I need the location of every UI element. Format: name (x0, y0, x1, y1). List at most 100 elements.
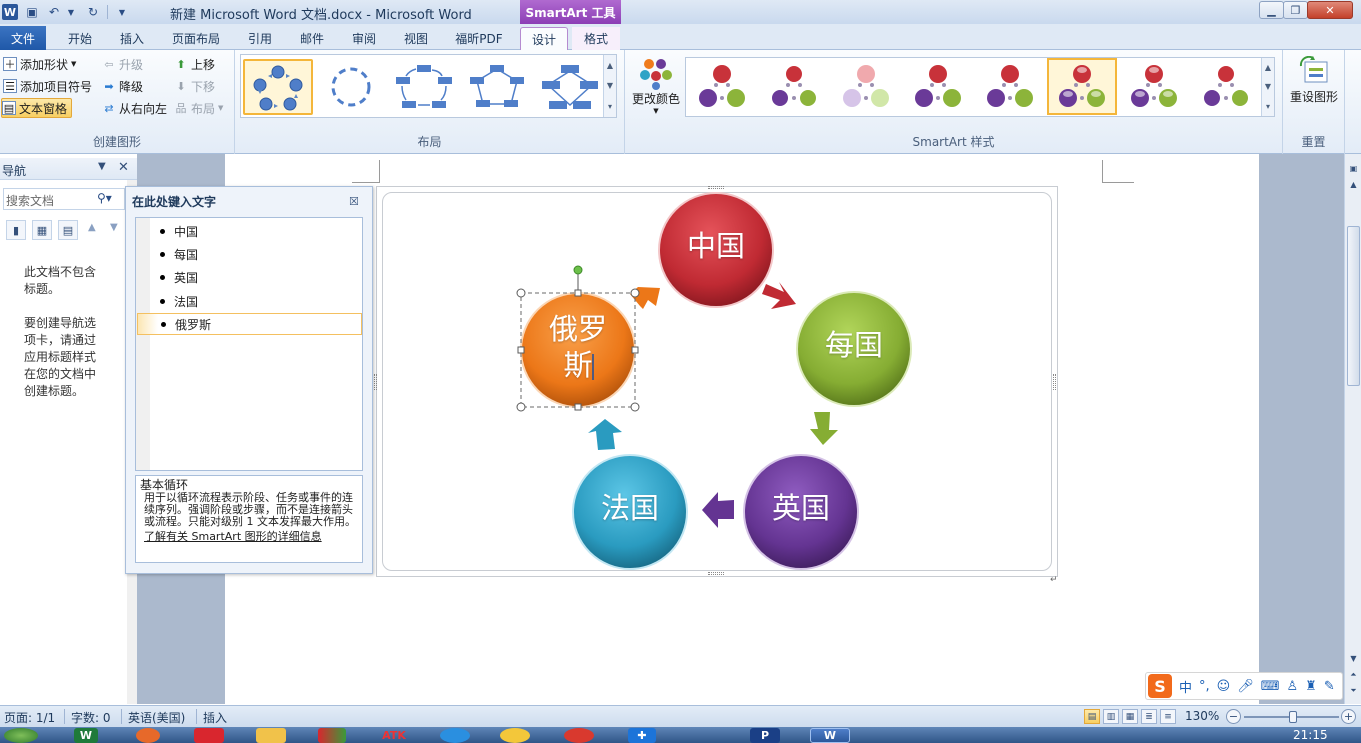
nav-up-icon[interactable]: ▲ (88, 222, 96, 233)
ime-keyboard-icon[interactable]: ⌨ (1261, 679, 1280, 694)
text-pane-item[interactable]: 英国 (150, 266, 362, 288)
gallery-down-icon[interactable]: ▼ (1261, 77, 1274, 96)
print-layout-view-icon[interactable]: ▤ (1084, 709, 1100, 724)
taskbar-app-icon[interactable] (500, 728, 530, 743)
gallery-more-icon[interactable]: ▾ (1261, 96, 1274, 116)
tab-file[interactable]: 文件 (0, 26, 46, 50)
arrow-mei-to-uk[interactable] (810, 412, 838, 445)
tab-mailings[interactable]: 邮件 (290, 27, 334, 50)
taskbar-word-icon[interactable]: W (810, 728, 850, 743)
outline-view-icon[interactable]: ≣ (1141, 709, 1157, 724)
taskbar-app-icon[interactable] (194, 728, 224, 743)
node-label-russia[interactable]: 俄罗 斯 (538, 311, 618, 383)
undo-dropdown-icon[interactable]: ▼ (63, 4, 79, 20)
smartart-style-option[interactable] (1131, 65, 1177, 107)
chevron-down-icon[interactable]: ▼ (98, 161, 106, 172)
nav-headings-view-icon[interactable]: ▮ (6, 220, 26, 240)
taskbar-excel-icon[interactable]: W (74, 728, 98, 743)
scroll-up-icon[interactable]: ▲ (1347, 178, 1360, 191)
redo-icon[interactable]: ↻ (85, 4, 101, 20)
smartart-style-option[interactable] (770, 64, 818, 108)
change-colors-button[interactable]: 更改颜色 ▼ (630, 56, 682, 126)
status-insert-mode[interactable]: 插入 (203, 709, 227, 726)
gallery-down-icon[interactable]: ▼ (603, 75, 616, 96)
smartart-style-option[interactable] (987, 65, 1033, 107)
vertical-scrollbar[interactable]: ▣ ▲ ▼ ⏶ ⏷ (1344, 154, 1361, 704)
tab-insert[interactable]: 插入 (110, 27, 154, 50)
gallery-up-icon[interactable]: ▲ (1261, 58, 1274, 77)
tab-home[interactable]: 开始 (58, 27, 102, 50)
taskbar-atk-icon[interactable]: ATK (376, 728, 412, 743)
undo-icon[interactable]: ↶ (46, 4, 62, 20)
tab-references[interactable]: 引用 (238, 27, 282, 50)
word-logo-icon[interactable]: W (2, 4, 18, 20)
zoom-slider-thumb[interactable] (1289, 711, 1297, 723)
text-pane-button[interactable]: ▤ 文本窗格 (1, 98, 73, 118)
restore-button[interactable]: ❐ (1283, 1, 1308, 19)
nav-down-icon[interactable]: ▼ (110, 222, 118, 233)
taskbar-app-icon[interactable] (318, 728, 346, 743)
tab-design[interactable]: 设计 (520, 27, 568, 50)
node-label-uk[interactable]: 英国 (761, 490, 841, 526)
node-label-china[interactable]: 中国 (676, 228, 756, 264)
smartart-style-option[interactable] (699, 65, 745, 107)
layout-segmented-cycle[interactable] (316, 59, 386, 115)
previous-page-icon[interactable]: ⏶ (1347, 668, 1360, 681)
tab-page-layout[interactable]: 页面布局 (166, 27, 226, 50)
scroll-thumb[interactable] (1347, 226, 1360, 386)
nav-results-view-icon[interactable]: ▤ (58, 220, 78, 240)
add-bullet-button[interactable]: ☰ 添加项目符号 (3, 76, 92, 96)
search-icon[interactable]: ⚲▾ (97, 191, 112, 205)
frame-handle-top[interactable] (708, 186, 724, 189)
smartart-style-option[interactable] (1047, 58, 1117, 115)
next-page-icon[interactable]: ⏷ (1347, 684, 1360, 697)
status-word-count[interactable]: 字数: 0 (71, 709, 111, 726)
gallery-more-icon[interactable]: ▾ (603, 96, 616, 117)
web-layout-icon[interactable]: ▦ (1122, 709, 1138, 724)
taskbar-folder-icon[interactable] (256, 728, 286, 743)
taskbar-chrome-icon[interactable] (564, 728, 594, 743)
close-icon[interactable]: ✕ (118, 160, 129, 175)
reset-graphic-button[interactable]: 重设图形 (1286, 56, 1342, 126)
zoom-out-icon[interactable]: − (1226, 709, 1241, 724)
node-label-mei[interactable]: 每国 (814, 327, 894, 363)
layout-nondirectional-cycle[interactable] (462, 59, 532, 115)
arrow-uk-to-france[interactable] (702, 492, 734, 528)
status-page[interactable]: 页面: 1/1 (4, 709, 55, 726)
ime-chinese-mode-icon[interactable]: 中 (1179, 677, 1192, 696)
demote-button[interactable]: ➡ 降级 (102, 76, 143, 96)
frame-handle-left[interactable] (374, 374, 377, 390)
close-icon[interactable]: ☒ (349, 195, 359, 208)
ime-voice-icon[interactable]: 🎤︎ (1237, 679, 1254, 694)
ime-emoji-icon[interactable]: ☺ (1217, 679, 1231, 694)
scroll-down-icon[interactable]: ▼ (1347, 652, 1360, 665)
customize-qat-icon[interactable]: ▼ (114, 4, 130, 20)
arrow-france-to-russia[interactable] (588, 419, 622, 450)
layout-button[interactable]: 品 布局 ▼ (174, 98, 224, 118)
save-icon[interactable]: ▣ (24, 4, 40, 20)
gallery-up-icon[interactable]: ▲ (603, 55, 616, 75)
add-shape-button[interactable]: ＋ 添加形状 ▼ (3, 54, 76, 74)
learn-more-link[interactable]: 了解有关 SmartArt 图形的详细信息 (144, 530, 358, 544)
zoom-in-icon[interactable]: + (1341, 709, 1356, 724)
move-down-button[interactable]: ⬇ 下移 (174, 76, 215, 96)
right-to-left-button[interactable]: ⇄ 从右向左 (102, 98, 167, 118)
taskbar-browser-icon[interactable] (136, 728, 160, 743)
layout-basic-cycle[interactable] (243, 59, 313, 115)
text-pane-item-selected[interactable]: 俄罗斯 (137, 313, 362, 335)
text-pane-item[interactable]: 法国 (150, 290, 362, 312)
ime-punctuation-icon[interactable]: °, (1199, 679, 1210, 694)
smartart-style-option[interactable] (843, 65, 889, 107)
text-pane-item[interactable]: 中国 (150, 220, 362, 242)
node-label-france[interactable]: 法国 (590, 490, 670, 526)
zoom-level[interactable]: 130% (1185, 709, 1219, 723)
taskbar-chat-icon[interactable] (440, 728, 470, 743)
smartart-style-option[interactable] (1202, 64, 1250, 108)
smartart-style-option[interactable] (915, 65, 961, 107)
promote-button[interactable]: ⇦ 升级 (102, 54, 143, 74)
nav-pages-view-icon[interactable]: ▦ (32, 220, 52, 240)
draft-view-icon[interactable]: ≡ (1160, 709, 1176, 724)
arrow-china-to-mei[interactable] (762, 282, 796, 309)
text-pane-list[interactable]: 中国 每国 英国 法国 俄罗斯 (135, 217, 363, 471)
frame-handle-right[interactable] (1053, 374, 1056, 390)
